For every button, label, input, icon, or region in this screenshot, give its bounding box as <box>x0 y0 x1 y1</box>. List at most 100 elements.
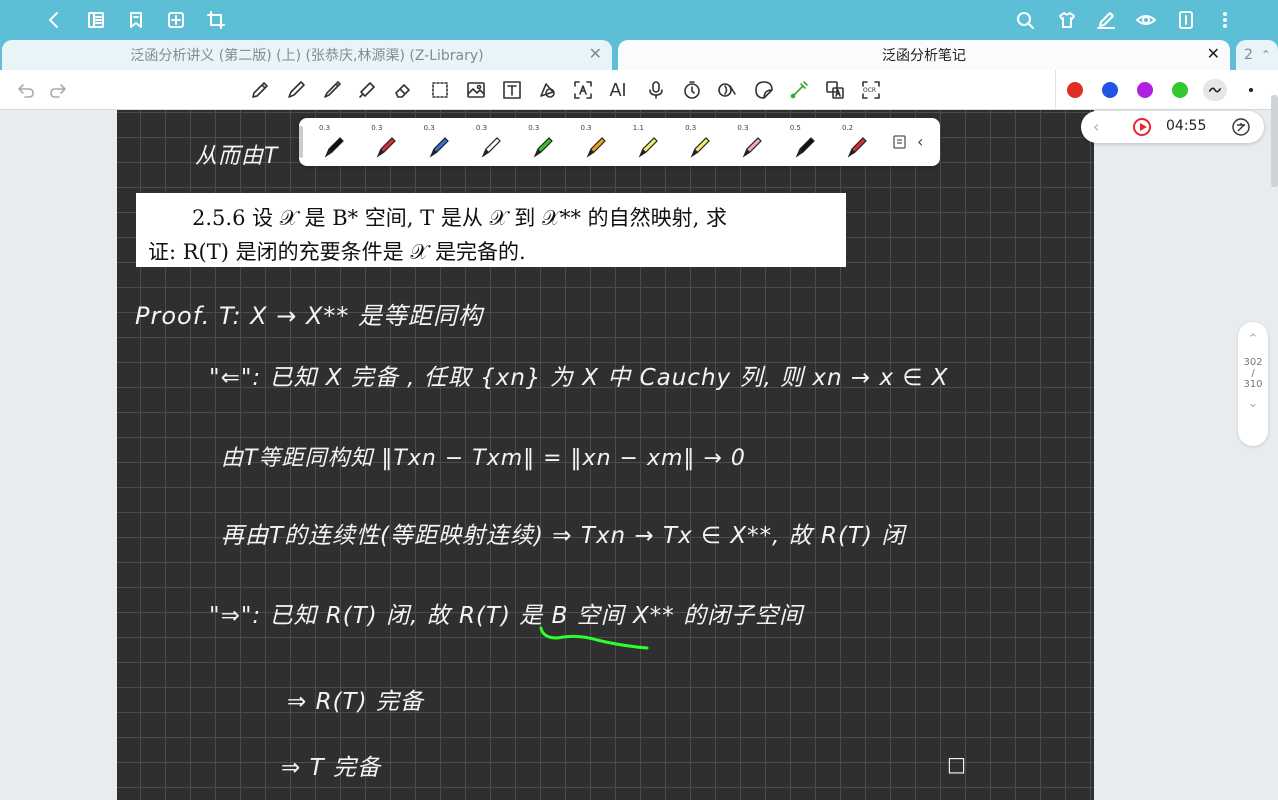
palette-handle[interactable] <box>299 126 303 158</box>
page-separator: / <box>1251 368 1255 379</box>
shape-icon[interactable] <box>536 79 558 101</box>
note-line: 由T等距同构知 ‖Txn − Txm‖ = ‖xn − xm‖ → 0 <box>221 446 746 471</box>
textbook-excerpt[interactable]: 2.5.6 设 𝒳 是 B* 空间, T 是从 𝒳 到 𝒳** 的自然映射, 求… <box>136 193 846 267</box>
excerpt-line: 证: R(T) 是闭的充要条件是 𝒳 是完备的. <box>148 240 526 264</box>
bookmark-icon[interactable] <box>124 8 148 32</box>
page-scroller: ⌃ 302 / 310 ⌄ <box>1238 322 1268 446</box>
pen-preset[interactable]: 0.3 <box>462 118 514 166</box>
pen-width-label: 1.1 <box>632 124 644 132</box>
eraser-icon[interactable] <box>392 79 414 101</box>
undo-icon[interactable] <box>15 79 37 101</box>
pen-preset[interactable]: 0.2 <box>828 118 880 166</box>
crop-icon[interactable] <box>204 8 228 32</box>
shirt-icon[interactable] <box>1055 8 1079 32</box>
tab-overflow[interactable]: 2 ⌃ <box>1236 40 1278 70</box>
collapse-chevron-icon[interactable]: ‹ <box>917 132 923 151</box>
sticker-icon[interactable] <box>753 79 775 101</box>
recording-time: 04:55 <box>1166 118 1207 134</box>
note-line: "⇒": 已知 R(T) 闭, 故 R(T) 是 B 空间 X** 的闭子空间 <box>209 603 804 629</box>
chevron-up-icon[interactable]: ⌃ <box>1238 332 1268 347</box>
pen-preset[interactable]: 0.3 <box>514 118 566 166</box>
ai-label: AI <box>609 79 627 100</box>
tool-row: AI OCR <box>0 70 1278 110</box>
highlighter-icon[interactable] <box>356 79 378 101</box>
tab-count: 2 <box>1244 47 1253 63</box>
pen-icon <box>533 137 554 158</box>
stroke-style-icon[interactable] <box>1203 79 1227 101</box>
ocr-icon[interactable]: OCR <box>860 79 882 101</box>
pen-icon <box>429 137 449 158</box>
scrollbar[interactable] <box>1271 95 1278 187</box>
back-icon[interactable] <box>42 8 66 32</box>
laser-icon[interactable] <box>788 79 810 101</box>
pencil-icon[interactable] <box>249 79 271 101</box>
redo-icon[interactable] <box>47 79 69 101</box>
text-recognize-icon[interactable] <box>572 79 594 101</box>
note-line: ⇒ T 完备 <box>281 755 381 781</box>
pen-width-label: 0.3 <box>685 124 697 132</box>
pen-preset[interactable]: 0.5 <box>776 118 828 166</box>
color-swatch-blue[interactable] <box>1102 82 1118 98</box>
color-swatch-green[interactable] <box>1172 82 1188 98</box>
pen-width-label: 0.3 <box>423 124 435 132</box>
pen-icon[interactable] <box>285 79 307 101</box>
timer-icon[interactable] <box>681 79 703 101</box>
image-icon[interactable] <box>465 79 487 101</box>
ai-icon[interactable]: AI <box>607 79 629 101</box>
pen-preset[interactable]: 0.3 <box>410 118 462 166</box>
tab-textbook[interactable]: 泛函分析讲义 (第二版) (上) (张恭庆,林源渠) (Z-Library) ✕ <box>2 40 612 70</box>
pen-width-label: 0.3 <box>580 124 592 132</box>
green-underline <box>539 626 649 650</box>
translate-icon[interactable] <box>824 79 846 101</box>
pen-preset[interactable]: 0.3 <box>357 118 409 166</box>
stroke-size-dot[interactable] <box>1249 88 1253 92</box>
pen-list-icon[interactable] <box>892 134 908 150</box>
note-line: Proof. T: X → X** 是等距同构 <box>135 302 484 330</box>
book-view-icon[interactable] <box>1174 8 1198 32</box>
pen-preset[interactable]: 0.3 <box>567 118 619 166</box>
note-line: 再由T的连续性(等距映射连续) ⇒ Txn → Tx ∈ X**, 故 R(T)… <box>221 523 906 549</box>
pen-width-label: 0.3 <box>319 124 331 132</box>
mic-icon[interactable] <box>645 79 667 101</box>
color-swatch-red[interactable] <box>1067 82 1083 98</box>
pen-icon <box>743 137 763 158</box>
text-icon[interactable] <box>501 79 523 101</box>
pen-icon <box>847 137 867 158</box>
book-icon[interactable] <box>84 8 108 32</box>
pen-preset[interactable]: 1.1 <box>619 118 671 166</box>
eye-icon[interactable] <box>1134 8 1158 32</box>
tab-label: 泛函分析笔记 <box>882 48 966 64</box>
excerpt-line: 2.5.6 设 𝒳 是 B* 空间, T 是从 𝒳 到 𝒳** 的自然映射, 求 <box>192 206 728 230</box>
pen-preset[interactable]: 0.3 <box>723 118 775 166</box>
note-canvas[interactable]: 从而由T 2.5.6 设 𝒳 是 B* 空间, T 是从 𝒳 到 𝒳** 的自然… <box>117 110 1094 800</box>
pen-icon <box>376 137 397 158</box>
close-icon[interactable]: ✕ <box>1207 46 1220 62</box>
pen-preset[interactable]: 0.3 <box>305 118 357 166</box>
pen-settings-icon[interactable] <box>1094 8 1118 32</box>
pen-icon <box>638 137 658 158</box>
play-icon[interactable] <box>1133 118 1151 136</box>
marker-icon[interactable] <box>321 79 343 101</box>
page-total: 310 <box>1243 379 1263 390</box>
note-line: ⇒ R(T) 完备 <box>287 689 424 715</box>
pen-width-label: 0.3 <box>475 124 488 132</box>
recording-widget: ‹ 04:55 <box>1081 111 1264 143</box>
tab-notes[interactable]: 泛函分析笔记 ✕ <box>618 40 1230 70</box>
translate-icon[interactable] <box>1231 117 1251 137</box>
color-swatch-purple[interactable] <box>1137 82 1153 98</box>
pen-width-label: 0.3 <box>737 124 749 132</box>
more-icon[interactable] <box>1213 8 1237 32</box>
add-page-icon[interactable] <box>164 8 188 32</box>
pan-icon[interactable] <box>716 79 738 101</box>
pen-icon <box>586 137 606 158</box>
lasso-icon[interactable] <box>429 79 451 101</box>
close-icon[interactable]: ✕ <box>589 46 602 62</box>
pen-preset[interactable]: 0.3 <box>671 118 723 166</box>
chevron-left-icon[interactable]: ‹ <box>1093 117 1099 136</box>
pen-icon <box>795 137 815 158</box>
divider <box>1055 70 1056 110</box>
note-line: 从而由T <box>195 144 279 169</box>
pen-icon <box>324 137 344 158</box>
search-icon[interactable] <box>1013 8 1037 32</box>
chevron-down-icon[interactable]: ⌄ <box>1238 396 1268 411</box>
